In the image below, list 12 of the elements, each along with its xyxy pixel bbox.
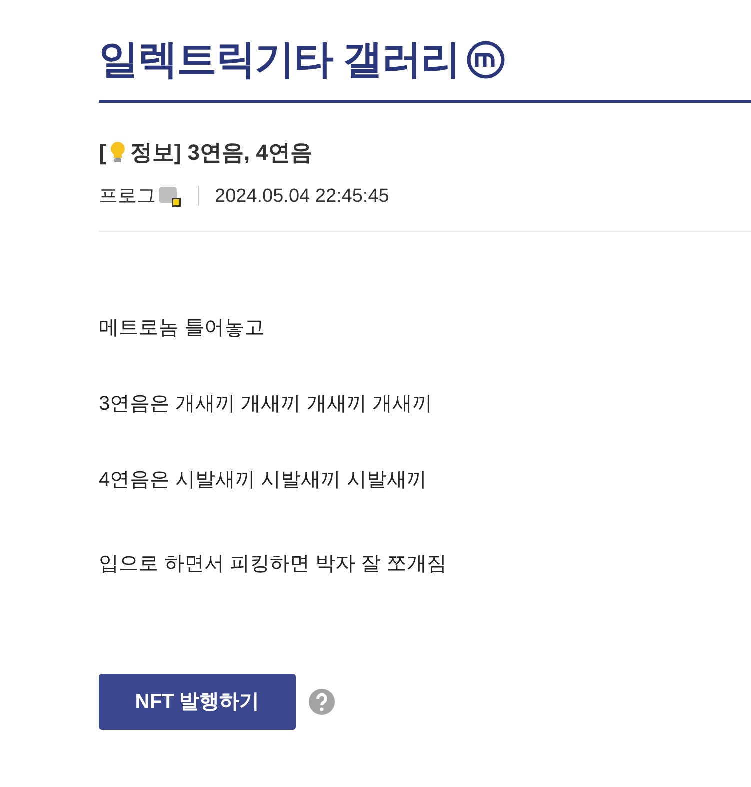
body-text: 4연음은 시발새끼 시발새끼 시발새끼 — [99, 470, 428, 490]
help-icon[interactable] — [308, 688, 336, 716]
gallery-title[interactable]: 일렉트릭기타 갤러리 — [99, 40, 460, 80]
body-text: 3연음은 개새끼 개새끼 개새끼 개새끼 — [99, 394, 434, 414]
author-name[interactable]: 프로그 — [99, 186, 156, 206]
post-title: 정보] 3연음, 4연음 — [130, 142, 312, 164]
lightbulb-icon — [110, 141, 126, 165]
nft-mint-button[interactable]: NFT 발행하기 — [99, 674, 296, 730]
post-date: 2024.05.04 22:45:45 — [215, 186, 390, 206]
post-title-bracket: [ — [99, 142, 106, 164]
body-text: 메트로놈 틀어놓고 — [99, 318, 266, 338]
body-text: 입으로 하면서 피킹하면 박자 잘 쪼개짐 — [99, 554, 448, 574]
